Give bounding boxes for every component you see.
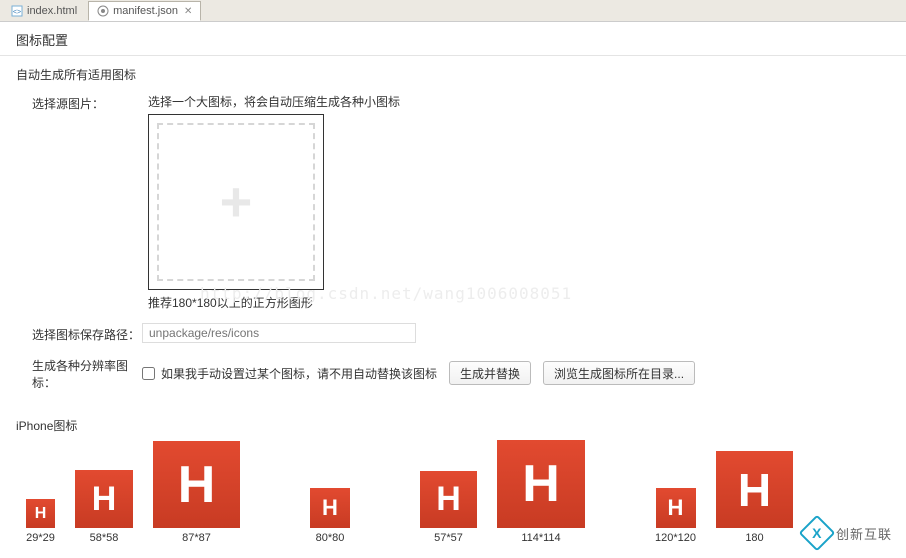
h-glyph: H: [436, 480, 461, 519]
plus-icon: +: [220, 174, 253, 230]
h-glyph: H: [92, 480, 117, 519]
icon-caption: 180: [745, 532, 763, 544]
icon-box-29[interactable]: H: [26, 499, 55, 528]
icon-caption: 57*57: [434, 532, 463, 544]
icon-item-180: H 180: [716, 451, 793, 544]
h-glyph: H: [738, 463, 771, 517]
recommend-text: 推荐180*180以上的正方形图形: [148, 294, 890, 311]
iphone-section: iPhone图标 H 29*29 H 58*58 H 87*87 H 80*80…: [0, 417, 906, 552]
logo-badge-icon: X: [799, 515, 836, 552]
save-path-input[interactable]: [142, 323, 416, 343]
h-glyph: H: [668, 495, 684, 521]
icon-box-180[interactable]: H: [716, 451, 793, 528]
label-source: 选择源图片：: [16, 93, 142, 112]
site-logo: X 创新互联: [804, 520, 892, 546]
iphone-heading: iPhone图标: [16, 417, 890, 434]
content-area: 自动生成所有适用图标 选择源图片： 选择一个大图标，将会自动压缩生成各种小图标 …: [0, 56, 906, 391]
browse-output-button[interactable]: 浏览生成图标所在目录...: [543, 361, 695, 385]
icon-box-58[interactable]: H: [75, 470, 133, 528]
no-replace-checkbox[interactable]: [142, 367, 155, 380]
icon-box-114[interactable]: H: [497, 440, 585, 528]
tab-index-html[interactable]: <> index.html: [2, 1, 86, 21]
row-save-path: 选择图标保存路径：: [16, 323, 890, 343]
icon-row: H 29*29 H 58*58 H 87*87 H 80*80 H 57*57 …: [16, 440, 890, 552]
icon-caption: 120*120: [655, 532, 696, 544]
generate-replace-button[interactable]: 生成并替换: [449, 361, 531, 385]
source-description: 选择一个大图标，将会自动压缩生成各种小图标: [142, 93, 890, 110]
icon-caption: 80*80: [316, 532, 345, 544]
html-file-icon: <>: [11, 5, 23, 17]
icon-box-80[interactable]: H: [310, 488, 350, 528]
tab-label: manifest.json: [113, 5, 178, 17]
checkbox-label: 如果我手动设置过某个图标，请不用自动替换该图标: [161, 365, 437, 382]
icon-item-87: H 87*87: [153, 441, 240, 544]
json-file-icon: [97, 5, 109, 17]
row-generate: 生成各种分辨率图标： 如果我手动设置过某个图标，请不用自动替换该图标 生成并替换…: [16, 355, 890, 391]
h-glyph: H: [178, 455, 216, 515]
page-title: 图标配置: [0, 22, 906, 56]
icon-item-29: H 29*29: [26, 499, 55, 544]
close-icon[interactable]: ✕: [184, 6, 192, 17]
label-generate: 生成各种分辨率图标：: [16, 355, 142, 391]
icon-caption: 87*87: [182, 532, 211, 544]
tab-bar: <> index.html manifest.json ✕: [0, 0, 906, 22]
image-drop-zone[interactable]: +: [148, 114, 324, 290]
icon-box-120-small[interactable]: H: [656, 488, 696, 528]
label-save-path: 选择图标保存路径：: [16, 324, 142, 343]
icon-caption: 29*29: [26, 532, 55, 544]
icon-item-57: H 57*57: [420, 471, 477, 544]
tab-manifest-json[interactable]: manifest.json ✕: [88, 1, 201, 21]
icon-item-114: H 114*114: [497, 440, 585, 544]
icon-caption: 58*58: [90, 532, 119, 544]
icon-item-120-small: H 120*120: [655, 488, 696, 544]
tab-label: index.html: [27, 5, 77, 17]
h-glyph: H: [35, 505, 47, 523]
h-glyph: H: [522, 454, 560, 514]
icon-box-57[interactable]: H: [420, 471, 477, 528]
icon-box-87[interactable]: H: [153, 441, 240, 528]
logo-text: 创新互联: [836, 524, 892, 543]
icon-caption: 114*114: [521, 532, 560, 544]
icon-item-80: H 80*80: [310, 488, 350, 544]
row-source-image: 选择源图片： 选择一个大图标，将会自动压缩生成各种小图标 + 推荐180*180…: [16, 93, 890, 311]
drop-inner: +: [157, 123, 315, 281]
svg-text:<>: <>: [13, 9, 21, 16]
section-auto-generate: 自动生成所有适用图标: [16, 66, 890, 83]
icon-item-58: H 58*58: [75, 470, 133, 544]
h-glyph: H: [322, 495, 338, 521]
